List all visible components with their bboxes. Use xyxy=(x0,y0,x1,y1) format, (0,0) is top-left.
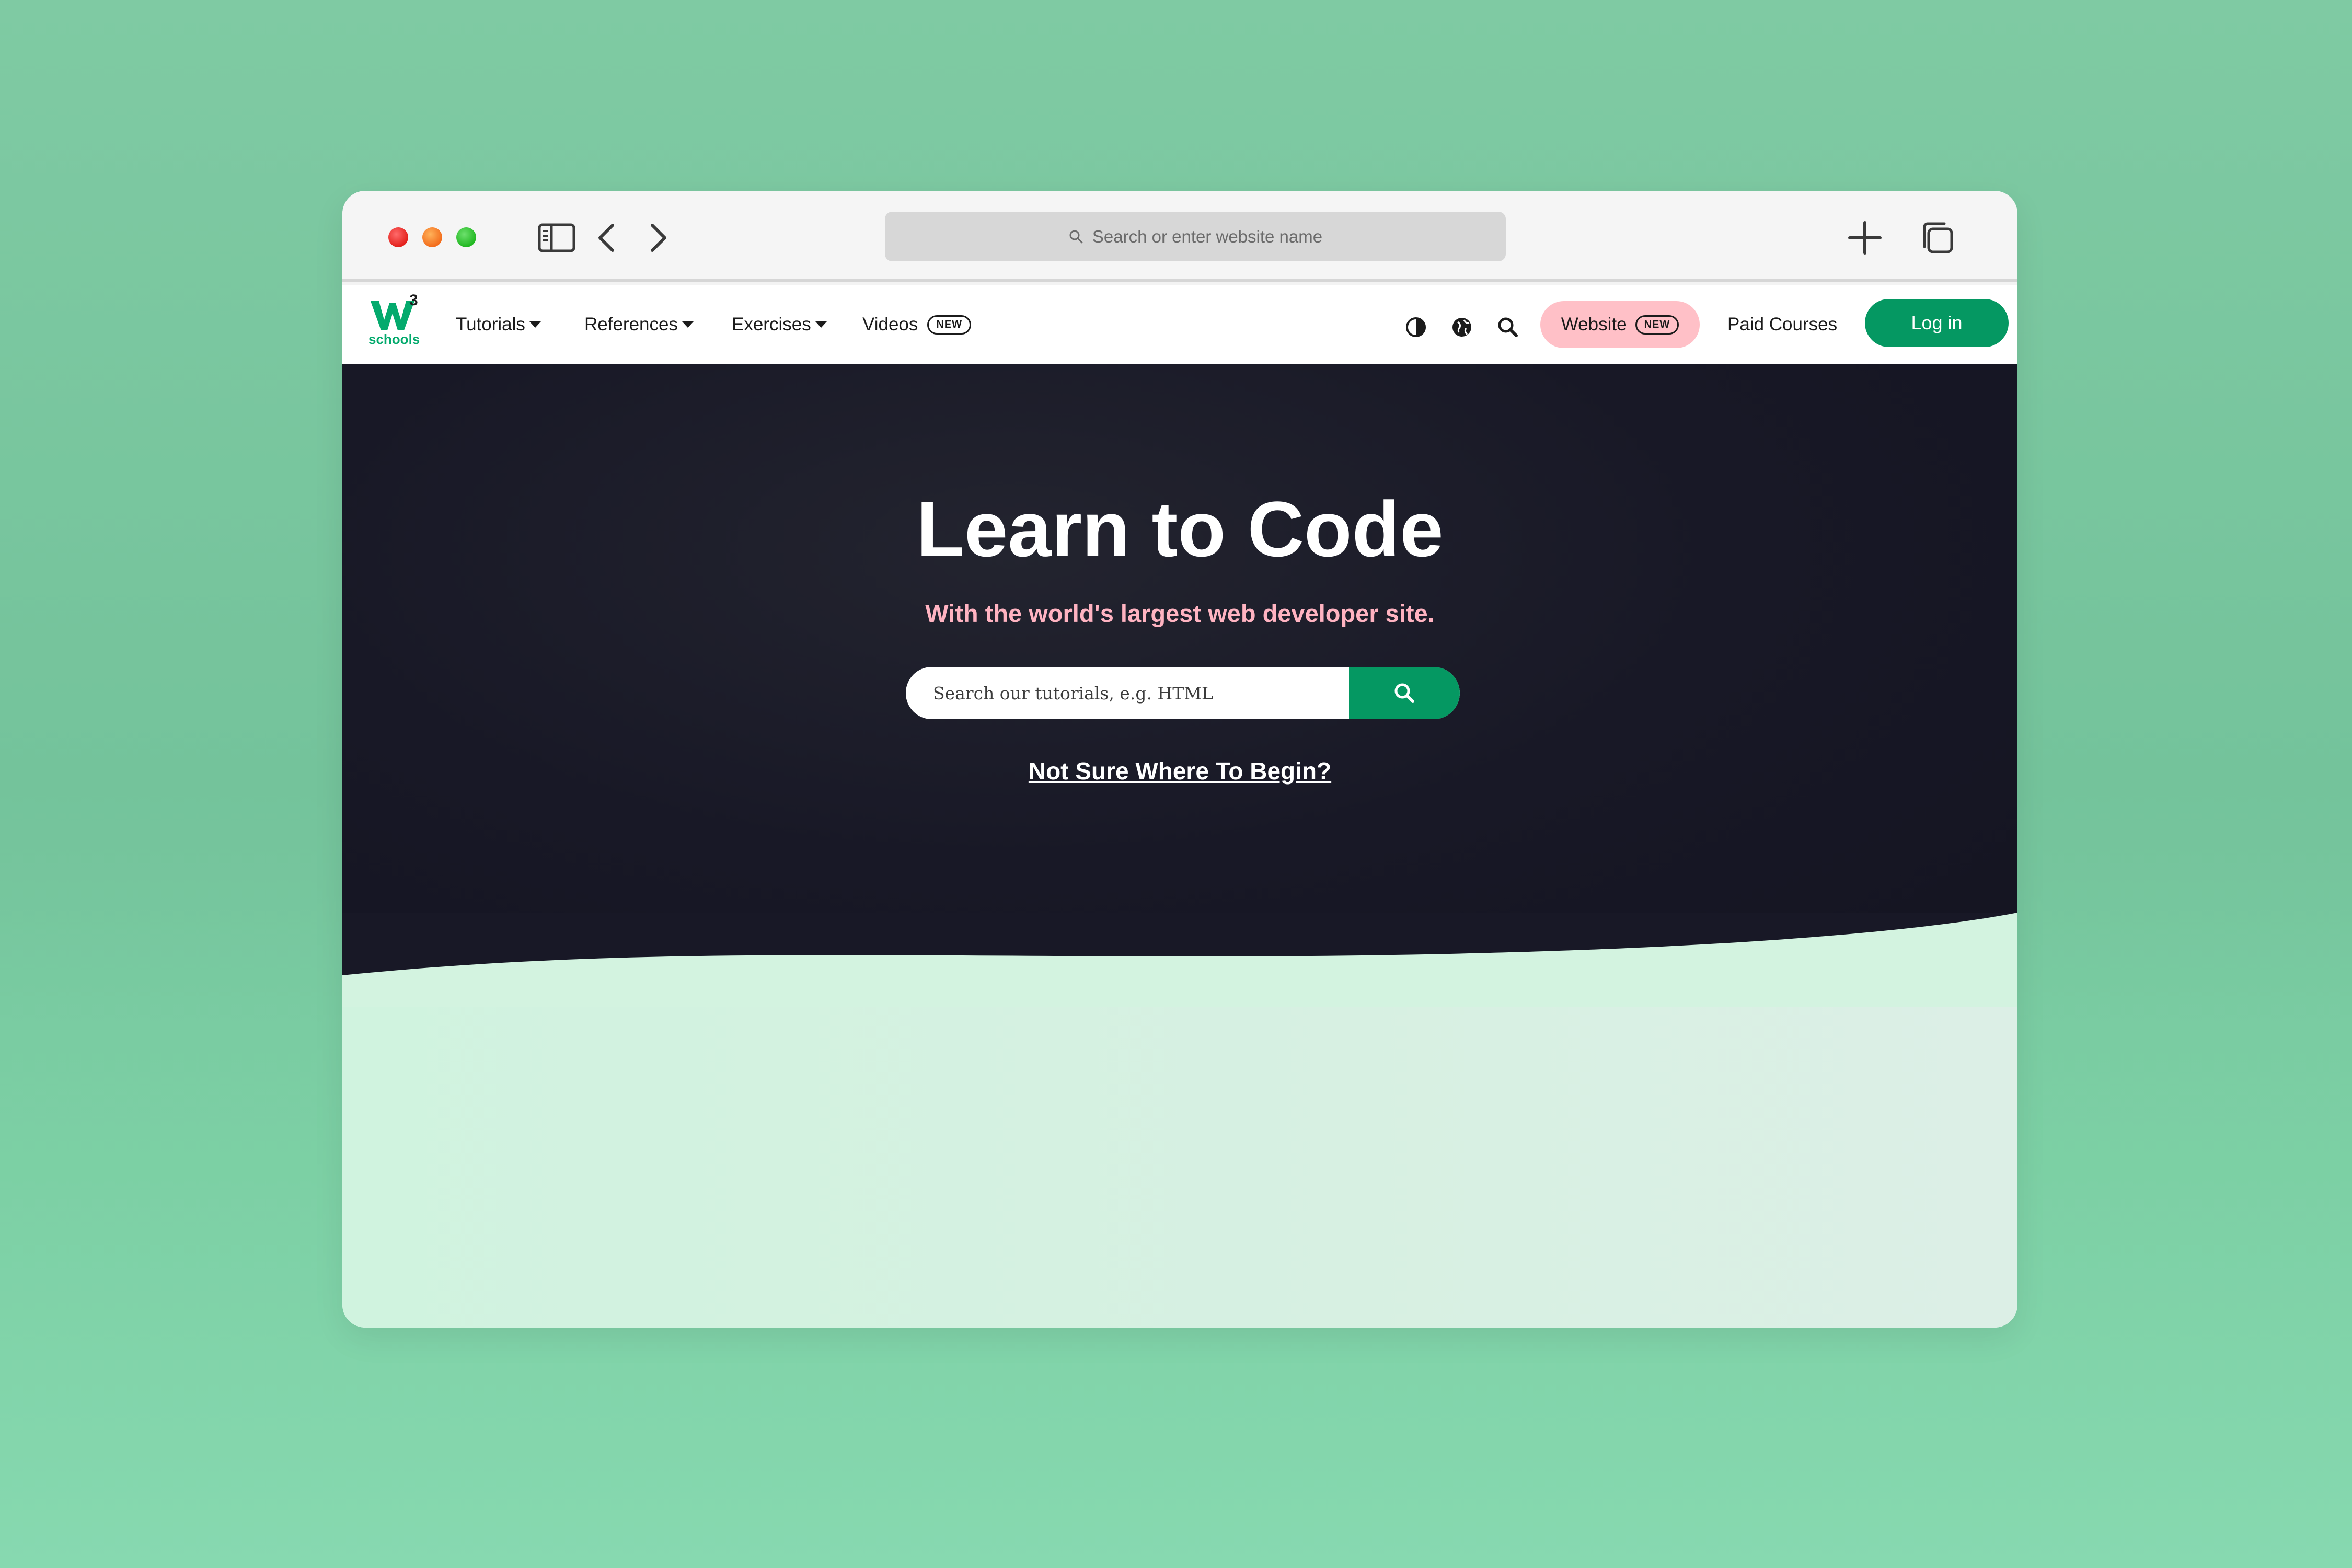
address-bar[interactable]: Search or enter website name xyxy=(885,212,1506,261)
back-arrow-icon[interactable] xyxy=(585,217,627,259)
site-navbar: 3 schools Tutorials References Exercises… xyxy=(342,285,2017,364)
login-button[interactable]: Log in xyxy=(1865,299,2009,347)
nav-videos[interactable]: Videos NEW xyxy=(862,314,972,335)
browser-window: Search or enter website name 3 schools T… xyxy=(342,191,2017,1328)
nav-tutorials[interactable]: Tutorials xyxy=(456,314,541,335)
contrast-toggle-icon[interactable] xyxy=(1404,316,1427,339)
caret-down-icon xyxy=(682,321,694,328)
website-button[interactable]: Website NEW xyxy=(1540,301,1700,348)
nav-paid-courses[interactable]: Paid Courses xyxy=(1727,314,1837,335)
search-icon xyxy=(1069,230,1083,243)
nav-tutorials-label: Tutorials xyxy=(456,314,525,335)
tutorial-search-bar xyxy=(906,667,1460,719)
hero-subtitle: With the world's largest web developer s… xyxy=(925,599,1435,627)
tutorial-search-input[interactable] xyxy=(906,667,1349,719)
forward-arrow-icon[interactable] xyxy=(638,217,679,259)
tab-overview-icon[interactable] xyxy=(1916,217,1957,259)
new-badge: NEW xyxy=(927,315,972,335)
not-sure-where-to-begin-link[interactable]: Not Sure Where To Begin? xyxy=(342,757,2017,785)
close-window-button[interactable] xyxy=(388,227,408,247)
login-button-label: Log in xyxy=(1911,312,1963,333)
search-icon[interactable] xyxy=(1496,316,1519,339)
tutorial-search-button[interactable] xyxy=(1349,667,1460,719)
nav-exercises[interactable]: Exercises xyxy=(732,314,827,335)
logo-superscript: 3 xyxy=(409,292,418,309)
nav-references-label: References xyxy=(584,314,678,335)
nav-videos-label: Videos xyxy=(862,314,918,335)
caret-down-icon xyxy=(529,321,541,328)
search-icon xyxy=(1394,683,1414,703)
hero-section: Learn to Code With the world's largest w… xyxy=(342,364,2017,1328)
hero-wave-divider xyxy=(342,913,2017,1017)
website-button-label: Website xyxy=(1561,314,1627,335)
nav-exercises-label: Exercises xyxy=(732,314,811,335)
caret-down-icon xyxy=(815,321,827,328)
hero-light-background xyxy=(342,1007,2017,1328)
address-bar-placeholder: Search or enter website name xyxy=(1092,226,1323,246)
sidebar-toggle-icon[interactable] xyxy=(536,217,578,259)
nav-references[interactable]: References xyxy=(584,314,694,335)
browser-titlebar: Search or enter website name xyxy=(342,191,2017,282)
hero-title: Learn to Code xyxy=(916,485,1444,573)
new-tab-plus-icon[interactable] xyxy=(1844,217,1886,259)
globe-icon[interactable] xyxy=(1450,316,1473,339)
maximize-window-button[interactable] xyxy=(456,227,476,247)
logo-text: schools xyxy=(368,331,420,347)
minimize-window-button[interactable] xyxy=(422,227,442,247)
new-badge: NEW xyxy=(1635,315,1679,335)
